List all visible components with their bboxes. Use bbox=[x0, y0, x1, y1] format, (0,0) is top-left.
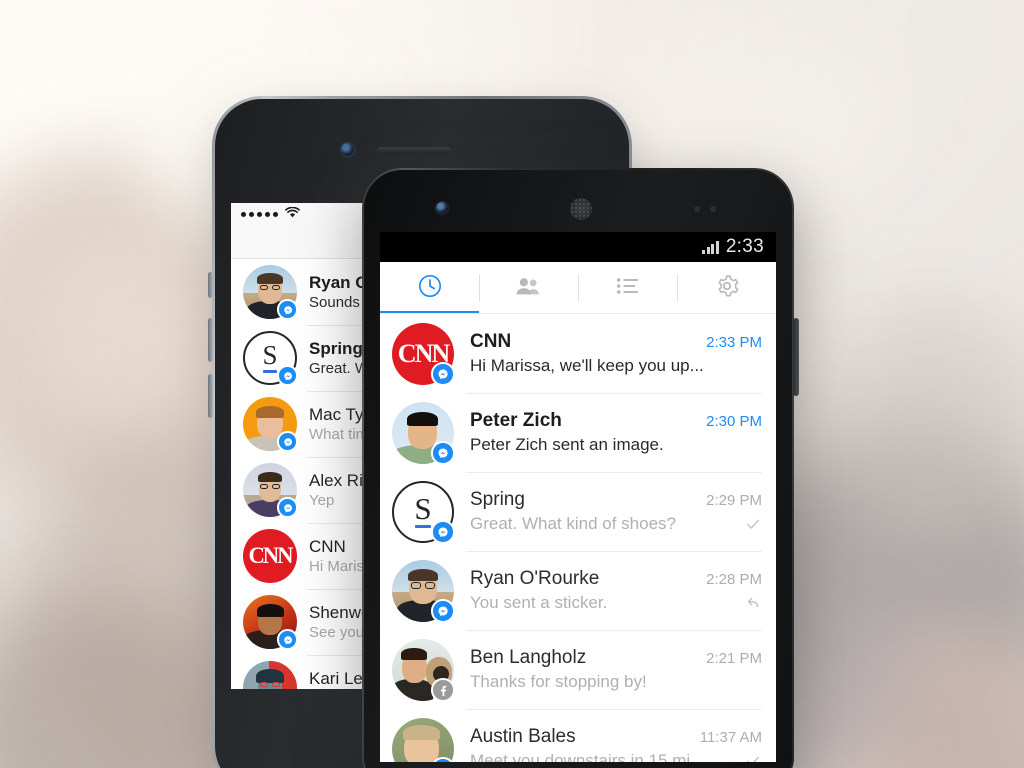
no-indicator bbox=[744, 673, 762, 691]
android-status-bar: 2:33 bbox=[380, 232, 776, 262]
message-preview: Meet you downstairs in 15 mi... bbox=[470, 751, 705, 762]
earpiece-speaker-grille bbox=[570, 198, 592, 220]
message-preview: Peter Zich sent an image. bbox=[470, 435, 664, 454]
messenger-badge-icon bbox=[431, 598, 455, 623]
earpiece-speaker bbox=[377, 147, 451, 154]
messenger-badge-icon bbox=[431, 361, 455, 386]
conversation-text: Ryan O'Rourke 2:28 PM You sent a sticker… bbox=[470, 568, 762, 613]
signal-strength-dots bbox=[241, 211, 278, 217]
power-button[interactable] bbox=[793, 318, 799, 396]
mute-switch-button[interactable] bbox=[208, 272, 213, 298]
background-blur-blob bbox=[40, 250, 210, 420]
delivered-check-icon bbox=[744, 752, 762, 762]
avatar-photo bbox=[392, 717, 454, 762]
avatar bbox=[243, 595, 298, 650]
conversation-text: CNN 2:33 PM Hi Marissa, we'll keep you u… bbox=[470, 331, 762, 376]
message-timestamp: 2:28 PM bbox=[706, 571, 762, 588]
android-device: 2:33 CNN CNN 2:33 PM Hi Marissa, we'll k… bbox=[358, 168, 799, 768]
android-body: 2:33 CNN CNN 2:33 PM Hi Marissa, we'll k… bbox=[364, 170, 792, 768]
wifi-icon bbox=[285, 205, 300, 223]
clock-icon bbox=[417, 273, 443, 304]
contact-name: Spring bbox=[470, 489, 525, 510]
people-icon bbox=[515, 274, 543, 303]
messenger-badge-icon bbox=[277, 299, 298, 320]
avatar: S bbox=[243, 331, 298, 386]
message-preview: Hi Maris bbox=[309, 557, 364, 575]
contact-name: Ryan O'Rourke bbox=[470, 568, 600, 589]
avatar bbox=[392, 717, 455, 762]
avatar-photo bbox=[243, 661, 297, 689]
no-indicator bbox=[744, 357, 762, 375]
light-sensor bbox=[710, 206, 716, 212]
android-frame: 2:33 CNN CNN 2:33 PM Hi Marissa, we'll k… bbox=[362, 168, 794, 768]
list-icon bbox=[615, 275, 641, 302]
messenger-badge-icon bbox=[277, 629, 298, 650]
conversation-text: Ben Langholz 2:21 PM Thanks for stopping… bbox=[470, 647, 762, 692]
front-camera-icon bbox=[436, 202, 448, 214]
android-conversation-row[interactable]: CNN CNN 2:33 PM Hi Marissa, we'll keep y… bbox=[380, 314, 776, 393]
avatar bbox=[243, 661, 297, 689]
proximity-sensor bbox=[694, 206, 700, 212]
android-tab-bar[interactable] bbox=[380, 262, 776, 314]
message-timestamp: 11:37 AM bbox=[699, 729, 762, 746]
status-bar-clock: 2:33 bbox=[725, 236, 764, 257]
contact-name: Ben Langholz bbox=[470, 647, 587, 668]
delivered-check-icon bbox=[744, 515, 762, 533]
background-blur-blob bbox=[820, 300, 1024, 540]
messenger-badge-icon bbox=[277, 365, 298, 386]
message-preview: You sent a sticker. bbox=[470, 593, 608, 612]
avatar bbox=[243, 265, 298, 320]
android-conversation-row[interactable]: S Spring 2:29 PM Great. What kind of sho… bbox=[380, 472, 776, 551]
android-conversation-list[interactable]: CNN CNN 2:33 PM Hi Marissa, we'll keep y… bbox=[380, 314, 776, 762]
facebook-badge-icon bbox=[431, 677, 455, 702]
message-preview: Thanks for stopping by! bbox=[470, 672, 647, 691]
message-timestamp: 2:29 PM bbox=[706, 492, 762, 509]
tab-contacts[interactable] bbox=[578, 262, 677, 314]
tab-recent[interactable] bbox=[380, 262, 479, 314]
front-camera-icon bbox=[341, 143, 354, 156]
conversation-text: Spring 2:29 PM Great. What kind of shoes… bbox=[470, 489, 762, 534]
volume-down-button[interactable] bbox=[208, 374, 213, 418]
message-timestamp: 2:30 PM bbox=[706, 413, 762, 430]
avatar bbox=[243, 463, 298, 518]
conversation-text: Peter Zich 2:30 PM Peter Zich sent an im… bbox=[470, 410, 762, 455]
tab-settings[interactable] bbox=[677, 262, 776, 314]
contact-name: Peter Zich bbox=[470, 410, 562, 431]
messenger-badge-icon bbox=[431, 440, 455, 465]
conversation-text: Austin Bales 11:37 AM Meet you downstair… bbox=[470, 726, 762, 762]
android-conversation-row[interactable]: Ryan O'Rourke 2:28 PM You sent a sticker… bbox=[380, 551, 776, 630]
avatar bbox=[392, 401, 455, 465]
contact-name: CNN bbox=[470, 331, 512, 352]
message-timestamp: 2:33 PM bbox=[706, 334, 762, 351]
message-timestamp: 2:21 PM bbox=[706, 650, 762, 667]
avatar: CNN bbox=[392, 322, 455, 386]
contact-name: CNN bbox=[309, 536, 346, 556]
android-conversation-row[interactable]: Austin Bales 11:37 AM Meet you downstair… bbox=[380, 709, 776, 762]
avatar: CNN bbox=[243, 529, 297, 583]
messenger-badge-icon bbox=[277, 431, 298, 452]
volume-up-button[interactable] bbox=[208, 318, 213, 362]
messenger-badge-icon bbox=[277, 497, 298, 518]
android-screen: 2:33 CNN CNN 2:33 PM Hi Marissa, we'll k… bbox=[380, 232, 776, 762]
reply-arrow-icon bbox=[744, 594, 762, 612]
cellular-signal-icon bbox=[702, 240, 719, 254]
conversation-text: CNN Hi Maris bbox=[309, 536, 364, 577]
message-preview: Hi Marissa, we'll keep you up... bbox=[470, 356, 704, 375]
no-indicator bbox=[744, 436, 762, 454]
android-top-bezel bbox=[364, 170, 792, 232]
contact-name: Austin Bales bbox=[470, 726, 576, 747]
avatar bbox=[243, 397, 298, 452]
avatar bbox=[392, 559, 455, 623]
cnn-logo: CNN bbox=[243, 529, 297, 583]
avatar bbox=[392, 638, 455, 702]
messenger-badge-icon bbox=[431, 519, 455, 544]
message-preview: Great. What kind of shoes? bbox=[470, 514, 676, 533]
tab-groups[interactable] bbox=[479, 262, 578, 314]
android-conversation-row[interactable]: Ben Langholz 2:21 PM Thanks for stopping… bbox=[380, 630, 776, 709]
android-conversation-row[interactable]: Peter Zich 2:30 PM Peter Zich sent an im… bbox=[380, 393, 776, 472]
avatar: S bbox=[392, 480, 455, 544]
gear-icon bbox=[714, 273, 740, 304]
